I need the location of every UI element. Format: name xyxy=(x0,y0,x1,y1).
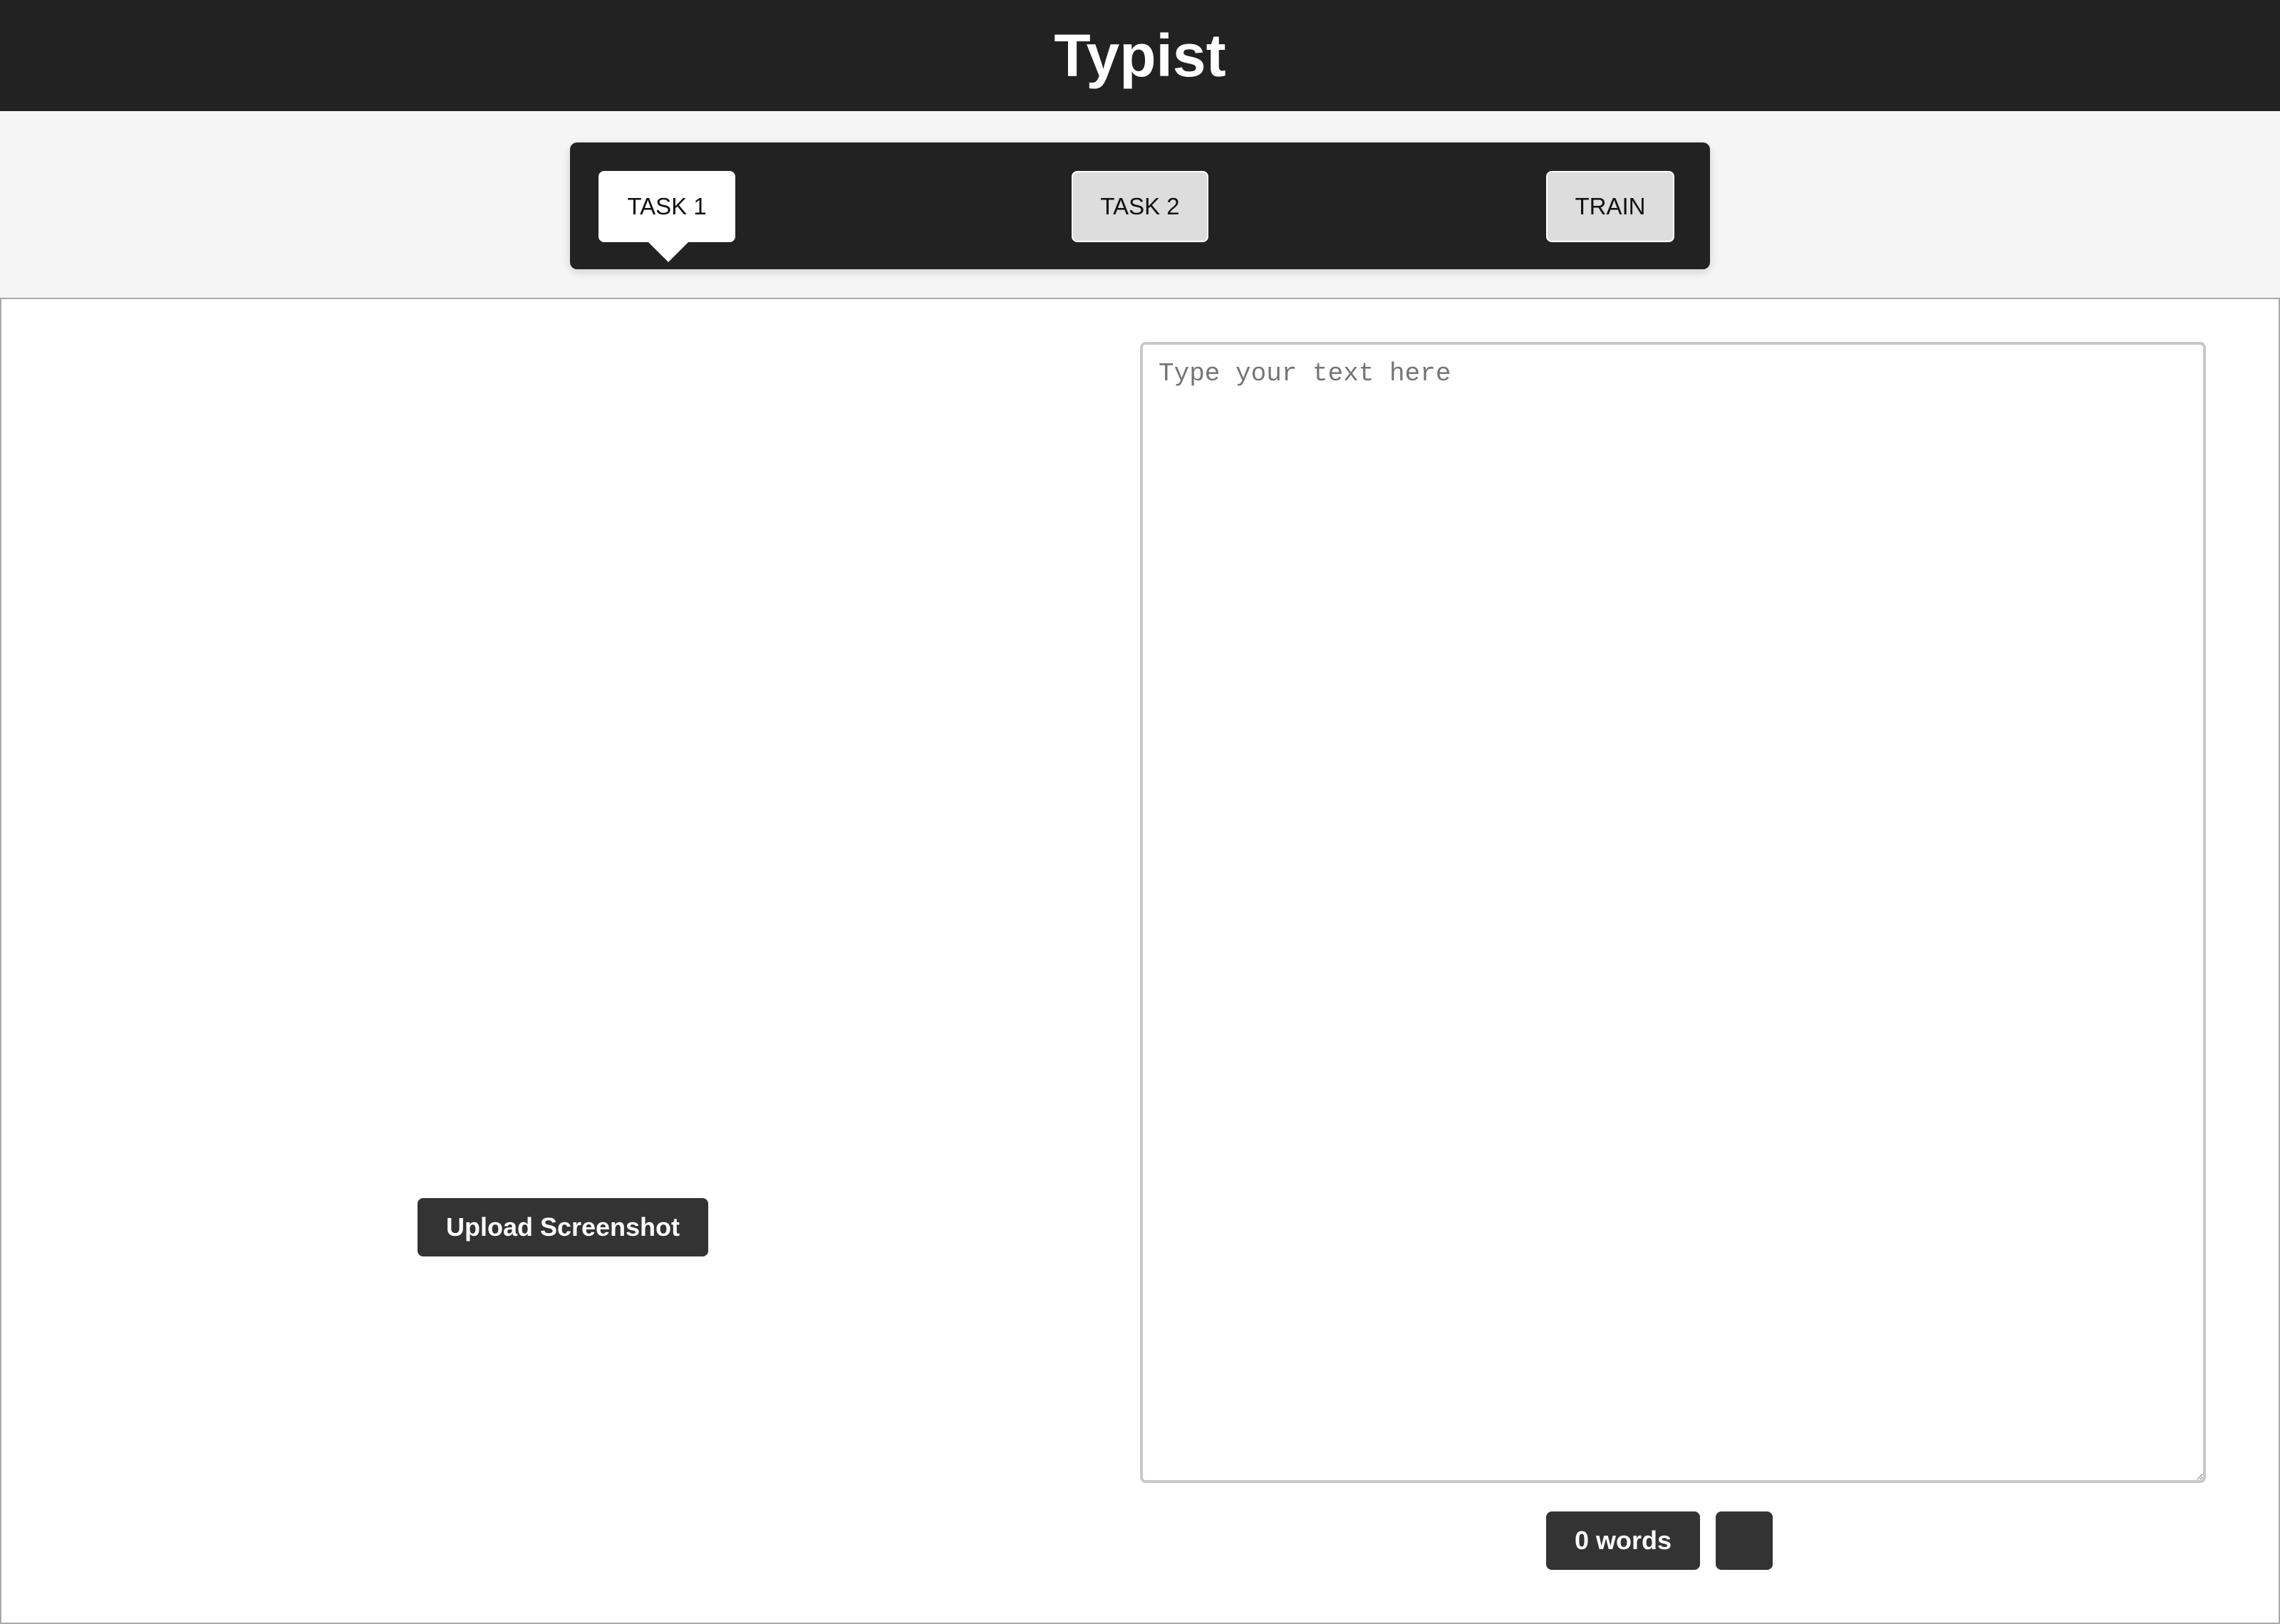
app-title: Typist xyxy=(1054,21,1226,89)
active-tab-pointer xyxy=(647,241,690,262)
upload-screenshot-button[interactable]: Upload Screenshot xyxy=(418,1198,708,1256)
tab-bar: TASK 1 TASK 2 TRAIN xyxy=(570,142,1710,269)
tab-train[interactable]: TRAIN xyxy=(1546,171,1674,242)
word-count-badge: 0 words xyxy=(1546,1511,1700,1570)
text-input[interactable] xyxy=(1140,342,2206,1483)
tab-task-1[interactable]: TASK 1 xyxy=(598,171,735,242)
app-header: Typist xyxy=(0,0,2280,111)
unlabeled-button[interactable] xyxy=(1716,1511,1773,1570)
tab-task-2[interactable]: TASK 2 xyxy=(1072,171,1208,242)
